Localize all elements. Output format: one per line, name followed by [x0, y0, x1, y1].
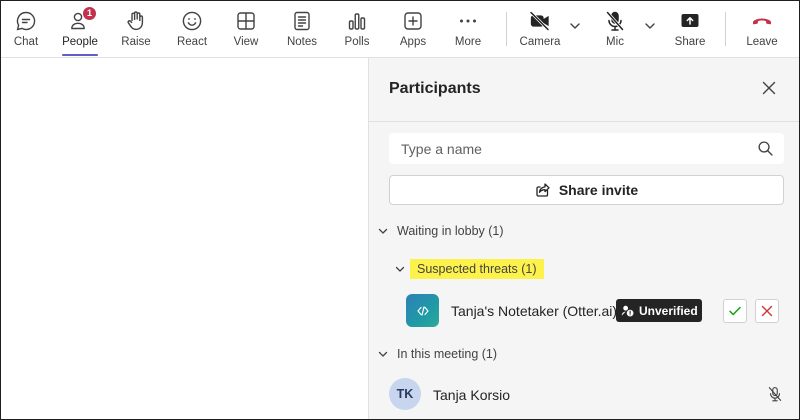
share-invite-icon [535, 182, 551, 198]
search-icon[interactable] [757, 140, 774, 157]
react-label: React [176, 36, 208, 48]
mic-label: Mic [606, 36, 624, 48]
chat-icon [14, 9, 38, 33]
people-button[interactable]: 1 People [58, 0, 102, 58]
in-meeting-section[interactable]: In this meeting (1) [377, 347, 497, 361]
suspected-threats-section[interactable]: Suspected threats (1) [394, 259, 544, 279]
smiley-icon [180, 9, 204, 33]
lobby-participant-row: Tanja's Notetaker (Otter.ai) Unverified [369, 291, 800, 331]
panel-title: Participants [389, 80, 481, 97]
camera-off-icon [528, 9, 552, 33]
polls-button[interactable]: Polls [335, 0, 379, 58]
code-icon [416, 305, 429, 316]
participants-panel: Participants Share invite Waiting in lob… [368, 58, 800, 420]
close-icon [761, 305, 773, 317]
leave-button[interactable]: Leave [740, 0, 784, 58]
hang-up-icon [750, 9, 774, 33]
waiting-lobby-label: Waiting in lobby (1) [397, 224, 504, 238]
deny-button[interactable] [755, 299, 779, 323]
more-button[interactable]: More [446, 0, 490, 58]
react-button[interactable]: React [170, 0, 214, 58]
close-panel-button[interactable] [759, 78, 779, 98]
chat-button[interactable]: Chat [4, 0, 48, 58]
share-invite-button[interactable]: Share invite [389, 175, 784, 205]
more-label: More [454, 36, 482, 48]
meeting-stage [0, 58, 368, 420]
unverified-icon [621, 304, 634, 317]
chat-label: Chat [13, 36, 39, 48]
meeting-toolbar: Chat 1 People Raise React View Notes Pol… [0, 0, 800, 58]
mic-off-icon [766, 385, 784, 403]
suspected-threats-label: Suspected threats (1) [410, 259, 544, 279]
share-label: Share [674, 36, 706, 48]
panel-divider [369, 121, 800, 122]
add-app-icon [401, 9, 425, 33]
notes-icon [290, 9, 314, 33]
search-input[interactable] [389, 133, 749, 164]
apps-button[interactable]: Apps [391, 0, 435, 58]
apps-label: Apps [399, 36, 427, 48]
notes-button[interactable]: Notes [280, 0, 324, 58]
chevron-down-icon [377, 348, 389, 360]
people-label: People [62, 36, 98, 48]
share-button[interactable]: Share [668, 0, 712, 58]
mic-button[interactable]: Mic [593, 0, 637, 58]
view-label: View [233, 36, 259, 48]
share-screen-icon [678, 9, 702, 33]
view-button[interactable]: View [224, 0, 268, 58]
unverified-label: Unverified [639, 303, 698, 318]
close-icon [762, 81, 776, 95]
leave-label: Leave [746, 36, 778, 48]
raise-label: Raise [121, 36, 151, 48]
camera-label: Camera [519, 36, 561, 48]
chevron-down-icon [377, 225, 389, 237]
mic-off-icon [603, 9, 627, 33]
unverified-badge: Unverified [616, 299, 702, 322]
checkmark-icon [729, 306, 741, 316]
raise-hand-button[interactable]: Raise [114, 0, 158, 58]
waiting-lobby-section[interactable]: Waiting in lobby (1) [377, 224, 504, 238]
toolbar-divider [725, 12, 726, 46]
camera-options-caret[interactable] [568, 19, 582, 33]
participant-search [389, 133, 784, 164]
polls-icon [345, 9, 369, 33]
otter-app-avatar [406, 294, 439, 327]
more-dots-icon [456, 9, 480, 33]
notes-label: Notes [286, 36, 318, 48]
lobby-participant-name: Tanja's Notetaker (Otter.ai) [451, 303, 618, 319]
mic-options-caret[interactable] [643, 19, 657, 33]
hand-icon [124, 9, 148, 33]
admit-button[interactable] [723, 299, 747, 323]
meeting-participant-row[interactable]: TK Tanja Korsio [369, 378, 800, 414]
share-invite-label: Share invite [558, 182, 639, 198]
camera-button[interactable]: Camera [518, 0, 562, 58]
chevron-down-icon [394, 263, 406, 275]
grid-view-icon [234, 9, 258, 33]
meeting-participant-name: Tanja Korsio [433, 387, 511, 403]
people-count-badge: 1 [82, 6, 97, 21]
toolbar-divider [506, 12, 507, 46]
in-meeting-label: In this meeting (1) [397, 347, 498, 361]
polls-label: Polls [344, 36, 370, 48]
avatar: TK [389, 378, 421, 410]
